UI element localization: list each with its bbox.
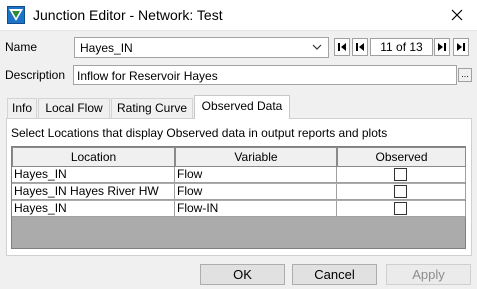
- observed-cell[interactable]: [337, 167, 466, 183]
- observed-cell[interactable]: [337, 201, 466, 217]
- title-bar: Junction Editor - Network: Test: [0, 0, 477, 31]
- name-label: Name: [5, 40, 38, 54]
- observed-cell[interactable]: [337, 184, 466, 200]
- chevron-down-icon: [312, 44, 322, 50]
- apply-button[interactable]: Apply: [386, 264, 471, 285]
- window-title: Junction Editor - Network: Test: [33, 7, 223, 23]
- observed-checkbox[interactable]: [394, 202, 407, 215]
- column-header-observed[interactable]: Observed: [337, 147, 466, 167]
- location-cell[interactable]: Hayes_IN: [12, 201, 175, 217]
- location-cell[interactable]: Hayes_IN Hayes River HW: [12, 184, 175, 200]
- column-header-variable[interactable]: Variable: [175, 147, 337, 167]
- record-indicator: 11 of 13: [370, 38, 433, 56]
- observed-data-table: Location Variable Observed Hayes_IN Flow…: [11, 146, 466, 249]
- first-record-button[interactable]: [334, 38, 350, 56]
- tab-rating-curve[interactable]: Rating Curve: [111, 98, 193, 118]
- last-record-button[interactable]: [453, 38, 469, 56]
- close-icon: [451, 9, 463, 21]
- last-record-icon: [457, 43, 465, 51]
- first-record-icon: [338, 43, 346, 51]
- description-field[interactable]: Inflow for Reservoir Hayes: [73, 65, 457, 85]
- ok-button[interactable]: OK: [200, 264, 285, 285]
- description-browse-button[interactable]: ...: [458, 68, 472, 82]
- name-dropdown-value: Hayes_IN: [80, 41, 133, 55]
- variable-cell[interactable]: Flow-IN: [175, 201, 337, 217]
- column-header-location[interactable]: Location: [12, 147, 175, 167]
- variable-cell[interactable]: Flow: [175, 184, 337, 200]
- next-record-icon: [438, 43, 446, 51]
- previous-record-icon: [356, 43, 364, 51]
- observed-checkbox[interactable]: [394, 185, 407, 198]
- close-button[interactable]: [437, 0, 477, 30]
- variable-cell[interactable]: Flow: [175, 167, 337, 183]
- previous-record-button[interactable]: [352, 38, 368, 56]
- description-label: Description: [5, 68, 66, 82]
- tab-local-flow[interactable]: Local Flow: [38, 98, 110, 118]
- tab-observed-data[interactable]: Observed Data: [194, 95, 290, 119]
- location-cell[interactable]: Hayes_IN: [12, 167, 175, 183]
- junction-editor-icon: [7, 6, 25, 24]
- description-value: Inflow for Reservoir Hayes: [77, 69, 218, 83]
- next-record-button[interactable]: [434, 38, 450, 56]
- tab-info[interactable]: Info: [7, 98, 37, 118]
- panel-instructions: Select Locations that display Observed d…: [11, 126, 388, 140]
- name-dropdown[interactable]: Hayes_IN: [74, 37, 329, 58]
- cancel-button[interactable]: Cancel: [292, 264, 377, 285]
- observed-checkbox[interactable]: [394, 168, 407, 181]
